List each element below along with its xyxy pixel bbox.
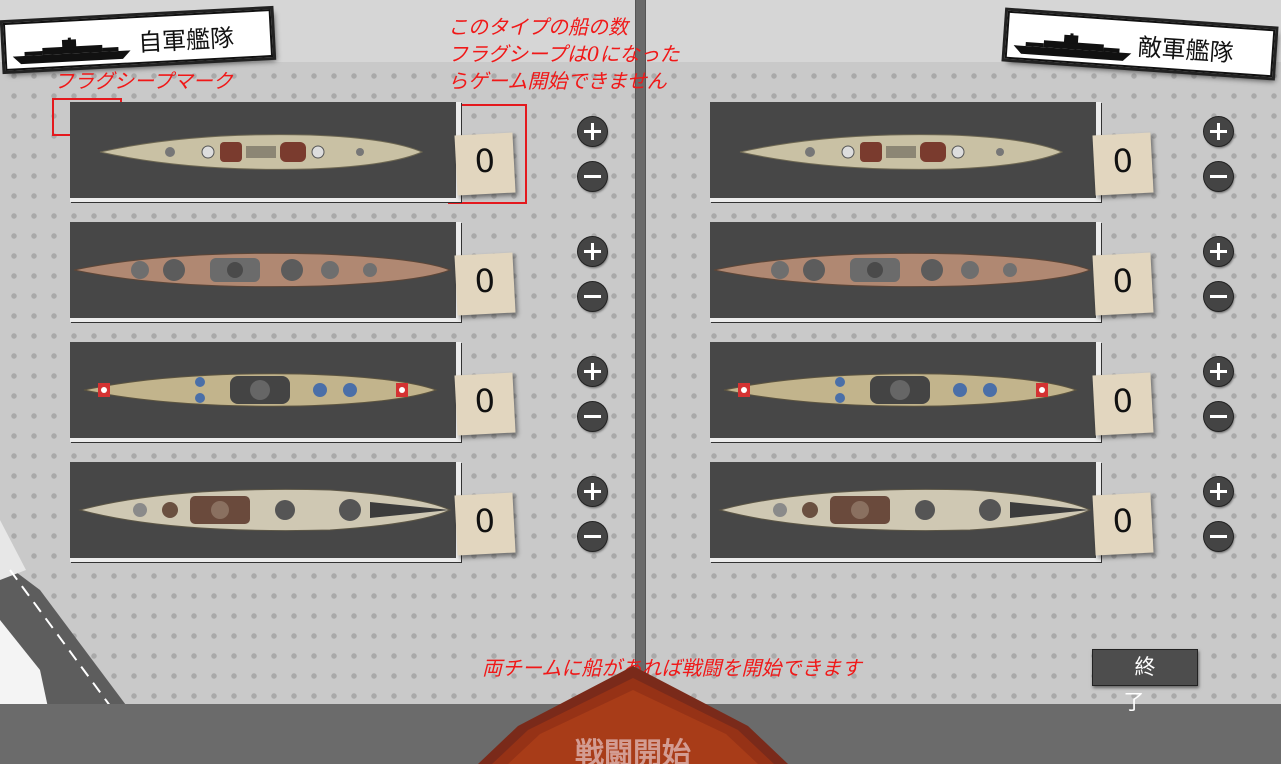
enemy-remove-button-4[interactable] (1204, 522, 1233, 551)
battleship-silhouette-icon (12, 37, 131, 65)
center-divider (636, 0, 645, 764)
end-button[interactable]: 終了 (1092, 649, 1198, 714)
minus-icon (1210, 535, 1227, 538)
battleship-topdown-icon (718, 488, 1092, 532)
battleship-topdown-icon (78, 488, 452, 532)
enemy-count-card-1: 0 (1092, 132, 1154, 196)
own-add-button-1[interactable] (578, 117, 607, 146)
own-count-4: 0 (473, 501, 496, 541)
enemy-add-button-3[interactable] (1204, 357, 1233, 386)
plus-icon (1210, 363, 1227, 380)
enemy-add-button-4[interactable] (1204, 477, 1233, 506)
enemy-count-1: 0 (1111, 141, 1134, 181)
own-ship-card-4[interactable] (70, 462, 461, 562)
enemy-remove-button-3[interactable] (1204, 402, 1233, 431)
cruiser-topdown-icon (99, 134, 424, 170)
enemy-add-button-1[interactable] (1204, 117, 1233, 146)
plus-icon (584, 123, 601, 140)
battleship-topdown-icon (83, 373, 438, 407)
fleet-setup-screen: 自軍艦隊 敵軍艦隊 フラグシープマーク このタイプの船の数 フラグシープは0にな… (0, 0, 1281, 764)
own-remove-button-3[interactable] (578, 402, 607, 431)
enemy-count-card-2: 0 (1092, 252, 1154, 316)
enemy-fleet-title: 敵軍艦隊 (1136, 32, 1235, 68)
enemy-add-button-2[interactable] (1204, 237, 1233, 266)
own-remove-button-2[interactable] (578, 282, 607, 311)
cruiser-topdown-icon (739, 134, 1064, 170)
enemy-count-2: 0 (1111, 261, 1134, 301)
count-note-line-2: フラグシープは0になった (448, 42, 680, 66)
own-count-3: 0 (473, 381, 496, 421)
minus-icon (584, 535, 601, 538)
battleship-topdown-icon (723, 373, 1078, 407)
battleship-topdown-icon (713, 252, 1092, 288)
count-note-line-1: このタイプの船の数 (448, 15, 628, 39)
own-remove-button-1[interactable] (578, 162, 607, 191)
own-count-card-4: 0 (454, 492, 516, 556)
own-count-1: 0 (473, 141, 496, 181)
enemy-ship-card-1[interactable] (710, 102, 1101, 202)
minus-icon (584, 295, 601, 298)
enemy-count-4: 0 (1111, 501, 1134, 541)
enemy-ship-card-4[interactable] (710, 462, 1101, 562)
own-ship-card-2[interactable] (70, 222, 461, 322)
own-add-button-4[interactable] (578, 477, 607, 506)
enemy-ship-card-2[interactable] (710, 222, 1101, 322)
enemy-remove-button-2[interactable] (1204, 282, 1233, 311)
own-count-card-3: 0 (454, 372, 516, 436)
plus-icon (1210, 243, 1227, 260)
enemy-count-3: 0 (1111, 381, 1134, 421)
enemy-count-card-3: 0 (1092, 372, 1154, 436)
plus-icon (584, 363, 601, 380)
own-ship-card-3[interactable] (70, 342, 461, 442)
minus-icon (1210, 175, 1227, 178)
minus-icon (584, 415, 601, 418)
start-battle-label[interactable]: 戦闘開始 (478, 730, 788, 764)
enemy-ship-card-3[interactable] (710, 342, 1101, 442)
plus-icon (584, 243, 601, 260)
plus-icon (1210, 483, 1227, 500)
minus-icon (1210, 415, 1227, 418)
enemy-remove-button-1[interactable] (1204, 162, 1233, 191)
own-add-button-3[interactable] (578, 357, 607, 386)
own-fleet-title: 自軍艦隊 (137, 23, 235, 57)
count-note-line-3: らゲーム開始できません (448, 69, 667, 93)
own-count-2: 0 (473, 261, 496, 301)
own-count-card-1: 0 (454, 132, 516, 196)
battleship-topdown-icon (73, 252, 452, 288)
own-count-card-2: 0 (454, 252, 516, 316)
own-add-button-2[interactable] (578, 237, 607, 266)
plus-icon (1210, 123, 1227, 140)
own-ship-card-1[interactable] (70, 102, 461, 202)
minus-icon (584, 175, 601, 178)
flagship-mark-note: フラグシープマーク (54, 69, 233, 93)
own-remove-button-4[interactable] (578, 522, 607, 551)
plus-icon (584, 483, 601, 500)
enemy-count-card-4: 0 (1092, 492, 1154, 556)
minus-icon (1210, 295, 1227, 298)
battleship-silhouette-icon (1013, 33, 1132, 61)
